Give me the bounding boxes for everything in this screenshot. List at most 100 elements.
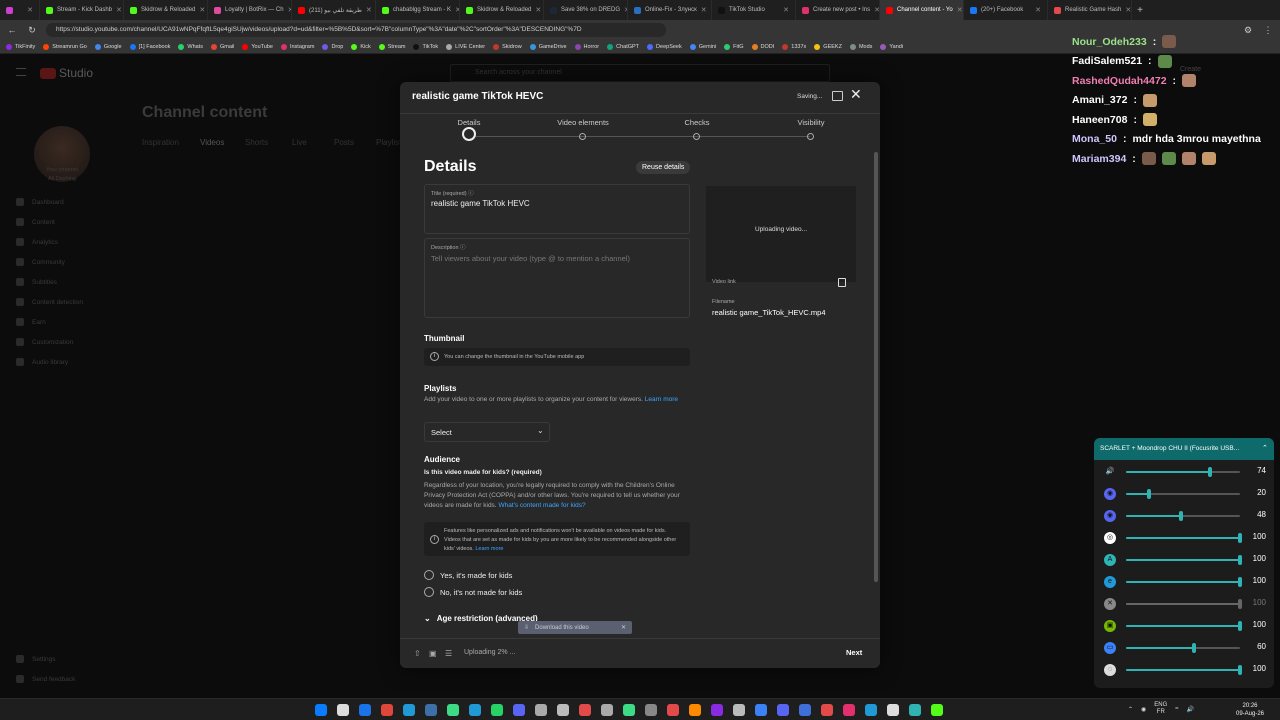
reload-icon[interactable]: ↻ <box>26 25 38 36</box>
help-icon[interactable]: ⓘ <box>468 191 474 197</box>
discord-alt-icon[interactable]: ◉ <box>1104 510 1116 522</box>
close-icon[interactable]: ✕ <box>27 6 33 14</box>
bookmark-item[interactable]: Horror <box>574 43 599 50</box>
window-icon[interactable]: ▭ <box>1104 642 1116 654</box>
origin-icon[interactable] <box>689 704 701 716</box>
sidebar-item[interactable]: Content <box>16 218 55 226</box>
sidebar-item[interactable]: Content detection <box>16 298 83 306</box>
browser-tab[interactable]: Loyalty | BotRix — Ch✕ <box>208 0 292 20</box>
app-icon[interactable] <box>535 704 547 716</box>
volume-slider[interactable] <box>1126 643 1240 653</box>
app-a-icon[interactable]: A <box>1104 554 1116 566</box>
close-icon[interactable]: ✕ <box>1125 6 1131 14</box>
discord-icon[interactable]: ◉ <box>1104 488 1116 500</box>
volume-slider[interactable] <box>1126 599 1242 609</box>
volume-slider-thumb[interactable] <box>1208 467 1213 477</box>
close-icon[interactable]: ✕ <box>535 6 541 14</box>
chrome-icon[interactable] <box>359 704 371 716</box>
volume-row[interactable]: ◌ 100 <box>1094 660 1274 680</box>
close-icon[interactable]: ✕ <box>1035 6 1041 14</box>
bookmark-item[interactable]: Skidrow <box>493 43 522 50</box>
volume-slider[interactable] <box>1126 665 1242 675</box>
bookmark-item[interactable]: Kick <box>351 43 371 50</box>
radio-not-made-for-kids[interactable]: No, it's not made for kids <box>424 587 522 597</box>
studio-tab[interactable]: Live <box>292 138 307 147</box>
bookmark-item[interactable]: Gmail <box>210 43 234 50</box>
bookmark-item[interactable]: Stream <box>378 43 405 50</box>
volume-icon[interactable]: 🔊 <box>1187 706 1194 713</box>
close-icon[interactable]: ✕ <box>957 6 963 14</box>
studio-search-input[interactable]: Search across your channel <box>450 64 830 82</box>
bookmark-item[interactable]: TikFinity <box>6 43 35 50</box>
sidebar-item[interactable]: Send feedback <box>16 675 75 683</box>
github-icon[interactable] <box>557 704 569 716</box>
browser-tab[interactable]: (20+) Facebook ✕ <box>964 0 1048 20</box>
ubisoft-icon[interactable] <box>579 704 591 716</box>
studio-tab[interactable]: Posts <box>334 138 354 147</box>
browser-tab[interactable]: Create new post • Ins ✕ <box>796 0 880 20</box>
volume-slider-thumb[interactable] <box>1192 643 1197 653</box>
bookmark-item[interactable]: 1337x <box>782 43 806 50</box>
steam-icon[interactable]: ◎ <box>1104 532 1116 544</box>
app-icon[interactable] <box>887 704 899 716</box>
learn-more-link[interactable]: Learn more <box>645 396 678 403</box>
bookmark-item[interactable]: GameDrive <box>529 43 567 50</box>
browser-tab[interactable]: Save 38% on DREDG✕ <box>544 0 628 20</box>
file-icon[interactable] <box>733 704 745 716</box>
volume-row[interactable]: e 100 <box>1094 572 1274 592</box>
radio-circle[interactable] <box>424 570 434 580</box>
step-checks[interactable]: Checks <box>657 118 737 127</box>
close-icon[interactable]: ✕ <box>850 86 862 103</box>
brave-icon[interactable] <box>381 704 393 716</box>
settings-icon[interactable] <box>645 704 657 716</box>
close-icon[interactable]: ✕ <box>199 6 205 14</box>
back-icon[interactable]: ← <box>6 25 18 35</box>
copy-icon[interactable] <box>838 278 846 287</box>
chevron-up-icon[interactable]: ⌃ <box>1128 706 1133 713</box>
bookmark-item[interactable]: DODI <box>751 43 774 50</box>
browser-tab[interactable]: (211) طريقة تلفي بيو ✕ <box>292 0 376 20</box>
app-icon[interactable] <box>799 704 811 716</box>
close-icon[interactable]: ✕ <box>701 6 707 14</box>
whatsapp-icon[interactable] <box>491 704 503 716</box>
app-icon[interactable] <box>931 704 943 716</box>
browser-tab[interactable]: Skidrow & Reloaded ✕ <box>460 0 544 20</box>
volume-row[interactable]: ▭ 60 <box>1094 638 1274 658</box>
games-icon[interactable] <box>623 704 635 716</box>
bookmark-item[interactable]: DeepSeek <box>647 43 682 50</box>
browser-tab[interactable]: Stream - Kick Dashb ✕ <box>40 0 124 20</box>
bookmark-item[interactable]: [1] Facebook <box>129 43 170 50</box>
hamburger-icon[interactable] <box>16 68 26 76</box>
app-icon[interactable] <box>843 704 855 716</box>
network-icon[interactable]: ◉ <box>1141 706 1146 713</box>
bookmark-item[interactable]: TikTok <box>413 43 438 50</box>
nvidia-icon[interactable]: ▣ <box>1104 620 1116 632</box>
bookmark-item[interactable]: FitG <box>724 43 744 50</box>
browser-tab[interactable]: Channel content - Yo ✕ <box>880 0 964 20</box>
muted-icon[interactable]: ✕ <box>1104 598 1116 610</box>
bookmark-item[interactable]: Yandi <box>880 43 903 50</box>
volume-row[interactable]: ◎ 100 <box>1094 528 1274 548</box>
sidebar-item[interactable]: Analytics <box>16 238 58 246</box>
new-tab-button[interactable]: + <box>1132 5 1148 16</box>
browser-tab[interactable]: Realistic Game Hash ✕ <box>1048 0 1132 20</box>
bookmark-item[interactable]: Drop <box>322 43 343 50</box>
radio-made-for-kids[interactable]: Yes, it's made for kids <box>424 570 512 580</box>
sidebar-item[interactable]: Customization <box>16 338 73 346</box>
steam-icon[interactable] <box>425 704 437 716</box>
sidebar-item[interactable]: Settings <box>16 655 56 663</box>
obs-icon[interactable]: ◌ <box>1104 664 1116 676</box>
sidebar-item[interactable]: Community <box>16 258 65 266</box>
description-field[interactable]: Description ⓘ Tell viewers about your vi… <box>424 238 690 318</box>
volume-slider[interactable] <box>1126 577 1242 587</box>
obs-icon[interactable] <box>667 704 679 716</box>
volume-slider[interactable] <box>1126 489 1240 499</box>
url-field[interactable]: https://studio.youtube.com/channel/UCA91… <box>46 23 666 37</box>
discord-icon[interactable] <box>513 704 525 716</box>
title-field-value[interactable]: realistic game TikTok HEVC <box>431 199 530 208</box>
epic-icon[interactable] <box>601 704 613 716</box>
volume-row[interactable]: 🔊 74 <box>1094 462 1274 482</box>
edge-icon[interactable] <box>403 704 415 716</box>
app-icon[interactable] <box>865 704 877 716</box>
start-icon[interactable] <box>315 704 327 716</box>
